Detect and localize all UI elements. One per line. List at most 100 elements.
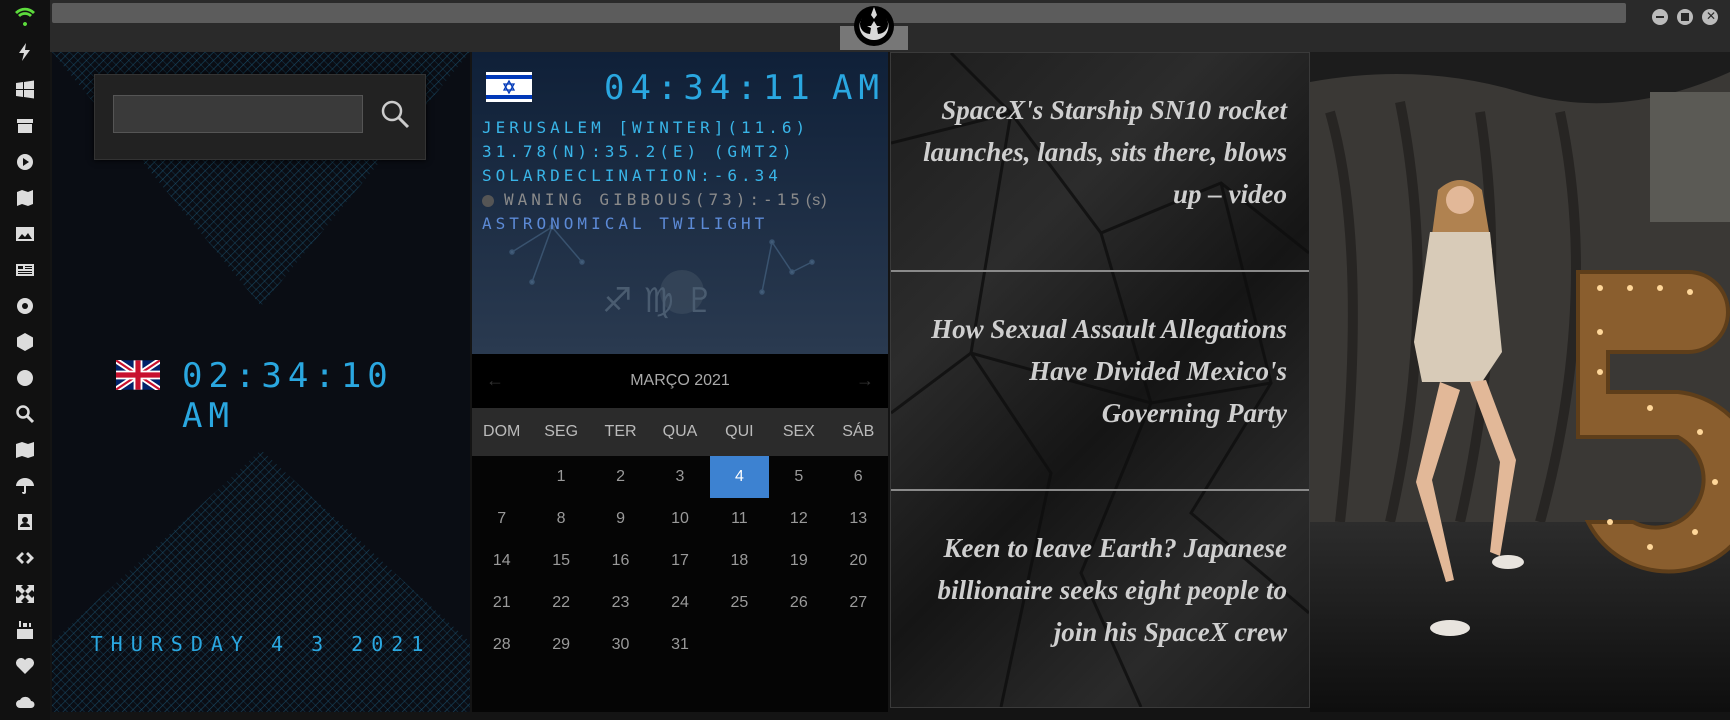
calendar-day[interactable]: 26 <box>769 582 828 624</box>
archive-icon[interactable] <box>13 114 37 138</box>
israel-clock-ampm: AM <box>832 68 885 108</box>
windows-icon[interactable] <box>13 78 37 102</box>
search-input[interactable] <box>113 95 363 133</box>
window-titlebar[interactable]: ✕ <box>50 0 1730 52</box>
weekday-label: TER <box>604 423 637 440</box>
calendar-day[interactable] <box>769 624 828 666</box>
weekday-label: QUA <box>662 423 698 440</box>
news-headline[interactable]: Keen to leave Earth? Japanese billionair… <box>907 527 1287 653</box>
calendar-day[interactable] <box>710 624 769 666</box>
news-panel: SpaceX's Starship SN10 rocket launches, … <box>890 52 1310 708</box>
maps-book-icon[interactable] <box>13 186 37 210</box>
uk-clock-time: 02:34:10 AM <box>182 356 394 436</box>
news-item[interactable]: SpaceX's Starship SN10 rocket launches, … <box>891 53 1287 270</box>
calendar-day[interactable]: 20 <box>829 540 888 582</box>
weekday-label: SÁB <box>842 423 875 440</box>
calendar-day[interactable]: 28 <box>472 624 531 666</box>
close-button[interactable]: ✕ <box>1702 9 1718 25</box>
calendar-day[interactable]: 18 <box>710 540 769 582</box>
calendar-day[interactable]: 6 <box>829 456 888 498</box>
weekday-label: QUI <box>725 423 754 440</box>
calendar-day[interactable]: 29 <box>531 624 590 666</box>
calendar-weekdays: DOM SEG TER QUA QUI SEX SÁB <box>472 408 888 456</box>
israel-clock-time: 04:34:11 <box>604 68 816 108</box>
location-line: JERUSALEM [WINTER](11.6) <box>482 118 810 137</box>
news-headline[interactable]: How Sexual Assault Allegations Have Divi… <box>907 308 1287 434</box>
contacts-icon[interactable] <box>13 510 37 534</box>
calendar-header: ← MARÇO 2021 → <box>472 354 888 408</box>
minimize-button[interactable] <box>1652 9 1668 25</box>
twilight-line: ASTRONOMICAL TWILIGHT <box>482 214 769 233</box>
calendar-day[interactable]: 31 <box>650 624 709 666</box>
news-headline[interactable]: SpaceX's Starship SN10 rocket launches, … <box>907 89 1287 215</box>
news-icon[interactable] <box>13 258 37 282</box>
weekday-label: SEG <box>544 423 579 440</box>
expand-icon[interactable] <box>13 582 37 606</box>
fashion-photo <box>1310 52 1730 712</box>
calendar-day[interactable]: 23 <box>591 582 650 624</box>
heart-icon[interactable] <box>13 654 37 678</box>
news-item[interactable]: How Sexual Assault Allegations Have Divi… <box>891 272 1287 489</box>
maximize-button[interactable] <box>1677 9 1693 25</box>
cloud-icon[interactable] <box>13 690 37 714</box>
uk-clock-panel: 02:34:10 AM THURSDAY 4 3 2021 <box>52 52 470 712</box>
calendar-day[interactable]: 14 <box>472 540 531 582</box>
calendar-day[interactable]: 22 <box>531 582 590 624</box>
calendar-day[interactable]: 15 <box>531 540 590 582</box>
moon-icon <box>482 194 494 207</box>
astronomy-box: ♐ ♍ ♇ 04:34:11 AM JERUSALEM [WINTER](11.… <box>472 52 888 354</box>
calendar-day[interactable]: 11 <box>710 498 769 540</box>
calendar-day[interactable]: 9 <box>591 498 650 540</box>
weekday-label: SEX <box>782 423 815 440</box>
calendar-week-row: 1 2 3 4 5 6 <box>472 456 888 498</box>
calendar-day[interactable]: 19 <box>769 540 828 582</box>
side-icon-rail <box>0 0 50 720</box>
image-icon[interactable] <box>13 222 37 246</box>
weekday-label: DOM <box>483 423 521 440</box>
uk-flag-icon <box>116 360 160 390</box>
calendar-day[interactable]: 1 <box>531 456 590 498</box>
calendar-week-row: 7 8 9 10 11 12 13 <box>472 498 888 540</box>
calendar-day[interactable]: 24 <box>650 582 709 624</box>
code-icon[interactable] <box>13 546 37 570</box>
calendar-day[interactable]: 10 <box>650 498 709 540</box>
settings-icon[interactable] <box>13 294 37 318</box>
next-month-button[interactable]: → <box>856 370 874 391</box>
calendar-day[interactable]: 3 <box>650 456 709 498</box>
calendar-day[interactable]: 27 <box>829 582 888 624</box>
rebel-emblem-icon <box>854 6 894 46</box>
play-icon[interactable] <box>13 150 37 174</box>
calendar-day[interactable]: 7 <box>472 498 531 540</box>
calendar-day[interactable] <box>472 456 531 498</box>
calendar-day[interactable]: 21 <box>472 582 531 624</box>
calendar-week-row: 21 22 23 24 25 26 27 <box>472 582 888 624</box>
lightning-icon[interactable] <box>13 40 37 64</box>
calendar-day[interactable]: 5 <box>769 456 828 498</box>
search-button[interactable] <box>378 97 412 131</box>
titlebar-drag-area[interactable] <box>52 3 1626 23</box>
solar-declination-line: SOLARDECLINATION:-6.34 <box>482 166 782 185</box>
hexagon-icon[interactable] <box>13 330 37 354</box>
calendar-day[interactable]: 13 <box>829 498 888 540</box>
calendar-day[interactable] <box>829 624 888 666</box>
calendar-day-today[interactable]: 4 <box>709 456 770 498</box>
calendar-day[interactable]: 30 <box>591 624 650 666</box>
calendar-day[interactable]: 2 <box>591 456 650 498</box>
calendar-day[interactable]: 8 <box>531 498 590 540</box>
calendar-day[interactable]: 16 <box>591 540 650 582</box>
calendar-day[interactable]: 17 <box>650 540 709 582</box>
calendar-grid: 1 2 3 4 5 6 7 8 9 10 11 12 13 14 15 16 1… <box>472 456 888 666</box>
umbrella-icon[interactable] <box>13 474 37 498</box>
globe-icon[interactable] <box>13 366 37 390</box>
wifi-icon[interactable] <box>13 4 37 28</box>
israel-flag-icon <box>486 72 532 102</box>
youtube-icon[interactable] <box>13 618 37 642</box>
coordinates-line: 31.78(N):35.2(E) (GMT2) <box>482 142 796 161</box>
israel-clock-calendar-panel: ♐ ♍ ♇ 04:34:11 AM JERUSALEM [WINTER](11.… <box>472 52 888 712</box>
calendar-day[interactable]: 12 <box>769 498 828 540</box>
news-item[interactable]: Keen to leave Earth? Japanese billionair… <box>891 491 1287 707</box>
calendar-week-row: 28 29 30 31 <box>472 624 888 666</box>
search-icon[interactable] <box>13 402 37 426</box>
map-icon[interactable] <box>13 438 37 462</box>
calendar-day[interactable]: 25 <box>710 582 769 624</box>
